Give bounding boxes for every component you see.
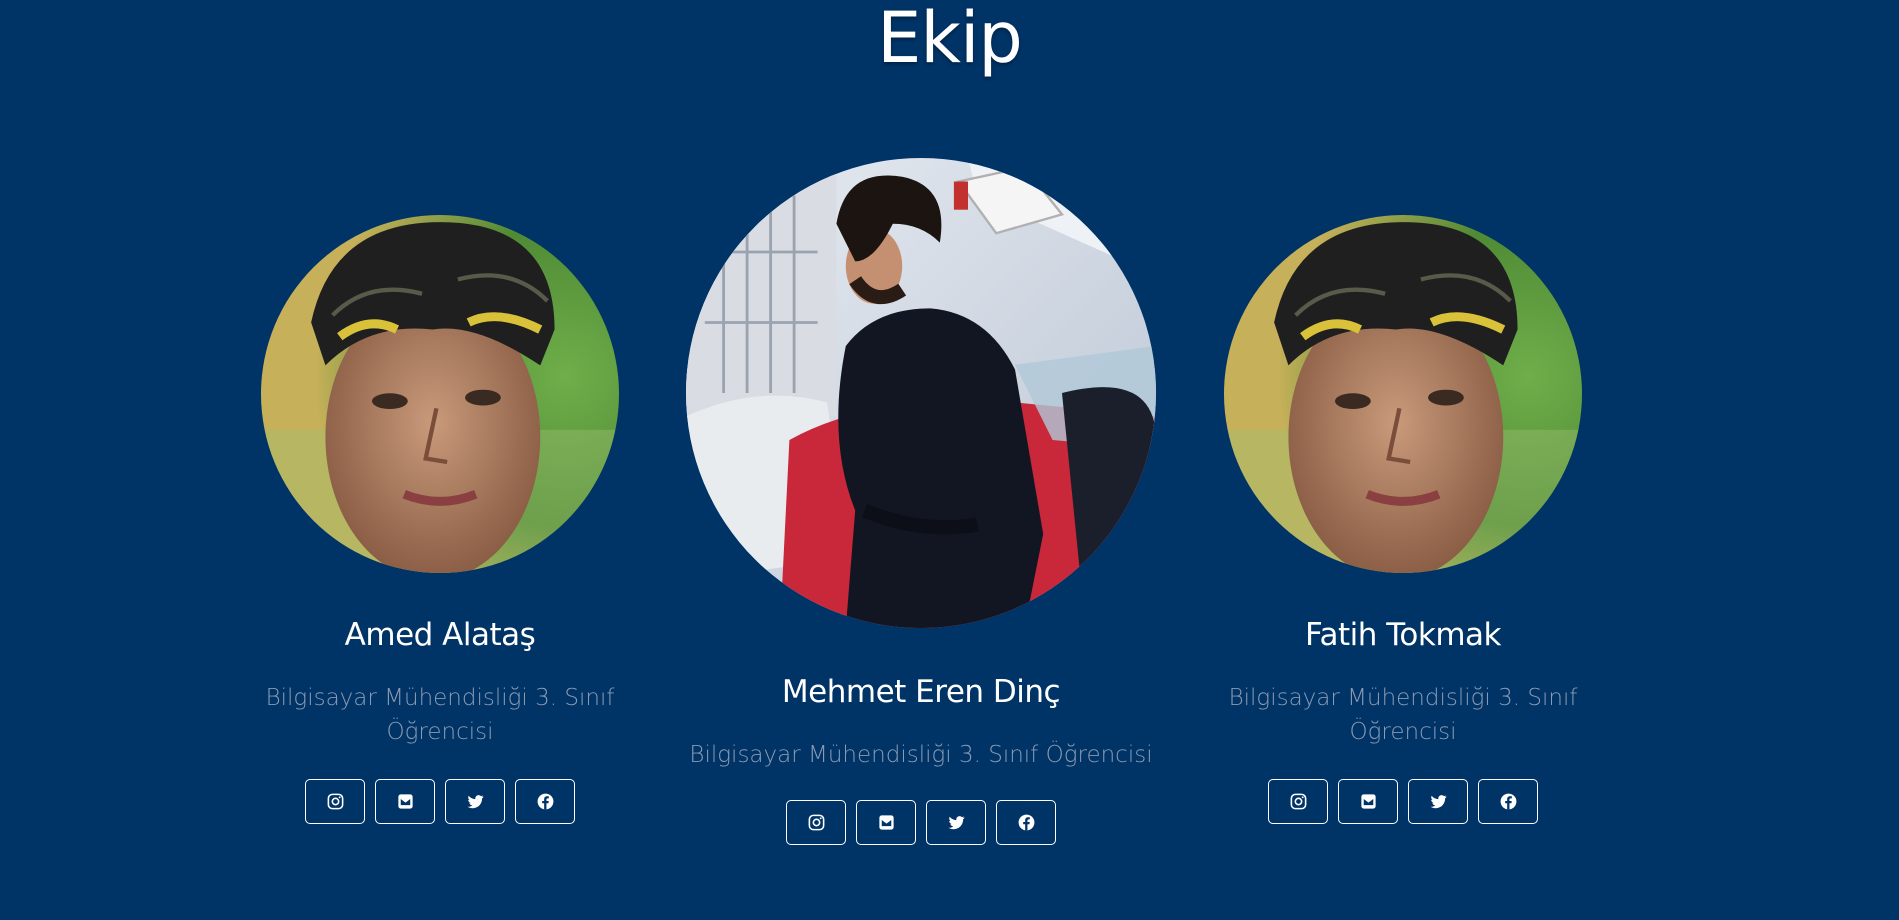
man-black-sweater-photo [686, 158, 1156, 628]
instagram-icon [808, 814, 824, 831]
mail-button[interactable] [856, 800, 916, 845]
man-with-headscarf-photo [1224, 215, 1582, 573]
twitter-button[interactable] [926, 800, 986, 845]
man-with-headscarf-photo [261, 215, 619, 573]
member-name: Mehmet Eren Dinç [781, 674, 1061, 710]
instagram-button[interactable] [305, 779, 365, 824]
social-links [1218, 779, 1588, 824]
facebook-button[interactable] [1478, 779, 1538, 824]
twitter-icon [948, 816, 965, 830]
social-links [255, 779, 625, 824]
instagram-icon [1290, 793, 1306, 810]
page-title: Ekip [877, 0, 1023, 79]
facebook-icon [1018, 814, 1034, 831]
mail-icon [1360, 794, 1376, 809]
avatar [261, 215, 619, 573]
member-role: Bilgisayar Mühendisliği 3. Sınıf Öğrenci… [689, 742, 1153, 768]
instagram-icon [327, 793, 343, 810]
facebook-icon [537, 793, 553, 810]
avatar [1224, 215, 1582, 573]
instagram-button[interactable] [1268, 779, 1328, 824]
member-name: Amed Alataş [344, 617, 536, 653]
member-name: Fatih Tokmak [1305, 617, 1501, 653]
mail-icon [397, 794, 413, 809]
instagram-button[interactable] [786, 800, 846, 845]
mail-icon [878, 815, 894, 830]
team-member-card: Fatih Tokmak Bilgisayar Mühendisliği 3. … [1218, 215, 1588, 824]
member-role: Bilgisayar Mühendisliği 3. Sınıf Öğrenci… [1228, 685, 1578, 745]
facebook-button[interactable] [996, 800, 1056, 845]
member-role: Bilgisayar Mühendisliği 3. Sınıf Öğrenci… [265, 685, 615, 745]
twitter-button[interactable] [1408, 779, 1468, 824]
twitter-button[interactable] [445, 779, 505, 824]
team-member-card: Amed Alataş Bilgisayar Mühendisliği 3. S… [255, 215, 625, 824]
mail-button[interactable] [375, 779, 435, 824]
social-links [681, 800, 1161, 845]
twitter-icon [467, 795, 484, 809]
twitter-icon [1430, 795, 1447, 809]
team-member-card: Mehmet Eren Dinç Bilgisayar Mühendisliği… [681, 158, 1161, 845]
facebook-icon [1500, 793, 1516, 810]
mail-button[interactable] [1338, 779, 1398, 824]
avatar [686, 158, 1156, 628]
facebook-button[interactable] [515, 779, 575, 824]
